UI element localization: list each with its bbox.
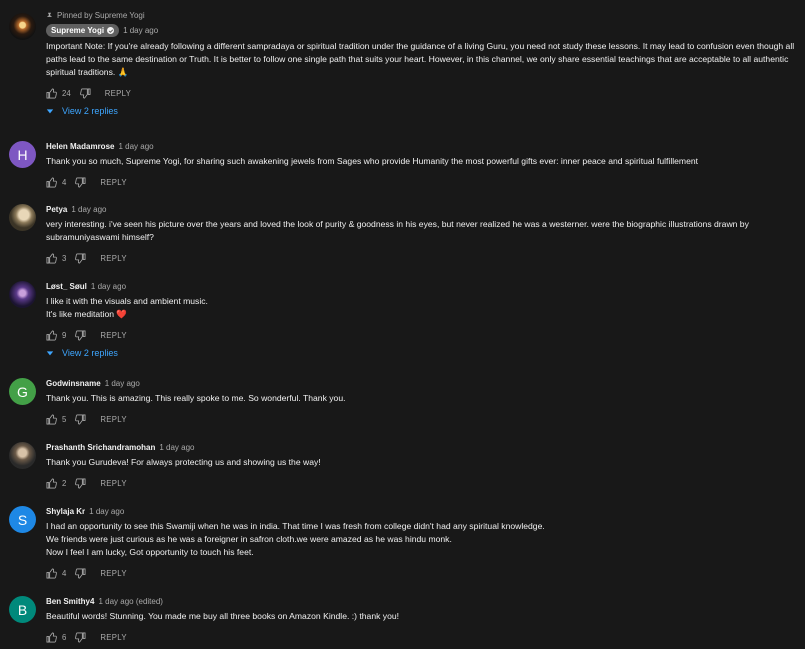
view-replies-button[interactable]: View 2 replies (46, 348, 797, 358)
like-count: 4 (62, 177, 67, 187)
avatar-letter: H (17, 146, 28, 163)
like-count: 24 (62, 88, 71, 98)
reply-button[interactable]: REPLY (100, 254, 127, 263)
like-count: 5 (62, 414, 67, 424)
reply-button[interactable]: REPLY (100, 479, 127, 488)
comment-text: Thank you Gurudeva! For always protectin… (46, 457, 321, 467)
like-count: 2 (62, 478, 67, 488)
comment-text: I had an opportunity to see this Swamiji… (46, 521, 545, 557)
comment-timestamp[interactable]: 1 day ago (159, 442, 194, 453)
avatar[interactable]: S (9, 506, 36, 533)
comment-author[interactable]: Prashanth Srichandramohan (46, 442, 155, 453)
comment-timestamp[interactable]: 1 day ago (105, 378, 140, 389)
comment-author[interactable]: Shylaja Kr (46, 506, 85, 517)
comment-author[interactable]: Petya (46, 204, 67, 215)
avatar-letter: S (17, 511, 28, 528)
pin-icon (46, 12, 53, 19)
thumbs-up-icon[interactable] (46, 632, 57, 643)
thumbs-down-icon[interactable] (75, 568, 86, 579)
thumbs-down-icon[interactable] (79, 88, 91, 99)
checkmark-icon (107, 27, 115, 34)
avatar-letter: B (17, 601, 28, 618)
thumbs-down-icon[interactable] (75, 632, 86, 643)
thumbs-down-icon[interactable] (75, 478, 86, 489)
reply-button[interactable]: REPLY (105, 89, 132, 98)
avatar-letter: G (17, 383, 28, 400)
comment-actions: 24 REPLY (46, 87, 797, 99)
thumbs-down-icon[interactable] (75, 177, 86, 188)
comment-author[interactable]: Godwinsname (46, 378, 101, 389)
comment-text: very interesting. i've seen his picture … (46, 219, 749, 242)
thumbs-down-icon[interactable] (75, 253, 86, 264)
thumbs-up-icon[interactable] (46, 414, 57, 425)
comment-timestamp[interactable]: 1 day ago (71, 204, 106, 215)
avatar[interactable]: G (9, 378, 36, 405)
like-count: 3 (62, 253, 67, 263)
avatar[interactable] (9, 442, 36, 469)
thumbs-up-icon[interactable] (46, 88, 57, 99)
comment-text: I like it with the visuals and ambient m… (46, 296, 208, 319)
thumbs-up-icon[interactable] (46, 253, 57, 264)
like-count: 9 (62, 330, 67, 340)
view-replies-button[interactable]: View 2 replies (46, 106, 797, 116)
thumbs-down-icon[interactable] (75, 414, 86, 425)
caret-down-icon (46, 107, 54, 115)
comment-author[interactable]: Ben Smithy4 (46, 596, 94, 607)
thumbs-down-icon[interactable] (75, 330, 86, 341)
pinned-label: Pinned by Supreme Yogi (46, 10, 797, 21)
avatar[interactable] (9, 204, 36, 231)
comment-text: Thank you so much, Supreme Yogi, for sha… (46, 156, 699, 166)
comment-timestamp[interactable]: 1 day ago (123, 25, 158, 36)
avatar[interactable] (9, 13, 36, 40)
comment-actions: 5 REPLY (46, 413, 797, 425)
reply-button[interactable]: REPLY (100, 331, 127, 340)
comment-timestamp[interactable]: 1 day ago (edited) (98, 596, 163, 607)
comment-actions: 4 REPLY (46, 176, 797, 188)
reply-button[interactable]: REPLY (100, 178, 127, 187)
comment-timestamp[interactable]: 1 day ago (91, 281, 126, 292)
comment-actions: 3 REPLY (46, 252, 797, 264)
like-count: 4 (62, 568, 67, 578)
reply-button[interactable]: REPLY (100, 569, 127, 578)
reply-button[interactable]: REPLY (100, 415, 127, 424)
comment-actions: 2 REPLY (46, 477, 797, 489)
caret-down-icon (46, 349, 54, 357)
thumbs-up-icon[interactable] (46, 177, 57, 188)
comment-timestamp[interactable]: 1 day ago (118, 141, 153, 152)
thumbs-up-icon[interactable] (46, 568, 57, 579)
like-count: 6 (62, 632, 67, 642)
comment-actions: 4 REPLY (46, 567, 797, 579)
comment-author[interactable]: Løst_ Søul (46, 281, 87, 292)
author-badge[interactable]: Supreme Yogi (46, 24, 120, 37)
thumbs-up-icon[interactable] (46, 330, 57, 341)
comment-text: Important Note: If you're already follow… (46, 41, 795, 77)
avatar[interactable] (9, 281, 36, 308)
reply-button[interactable]: REPLY (100, 633, 127, 642)
comment-actions: 6 REPLY (46, 631, 797, 643)
avatar[interactable]: H (9, 141, 36, 168)
comment-actions: 9 REPLY (46, 329, 797, 341)
avatar[interactable]: B (9, 596, 36, 623)
thumbs-up-icon[interactable] (46, 478, 57, 489)
comment-text: Thank you. This is amazing. This really … (46, 393, 346, 403)
comment-author[interactable]: Helen Madamrose (46, 141, 114, 152)
comment-text: Beautiful words! Stunning. You made me b… (46, 611, 400, 621)
comment-timestamp[interactable]: 1 day ago (89, 506, 124, 517)
